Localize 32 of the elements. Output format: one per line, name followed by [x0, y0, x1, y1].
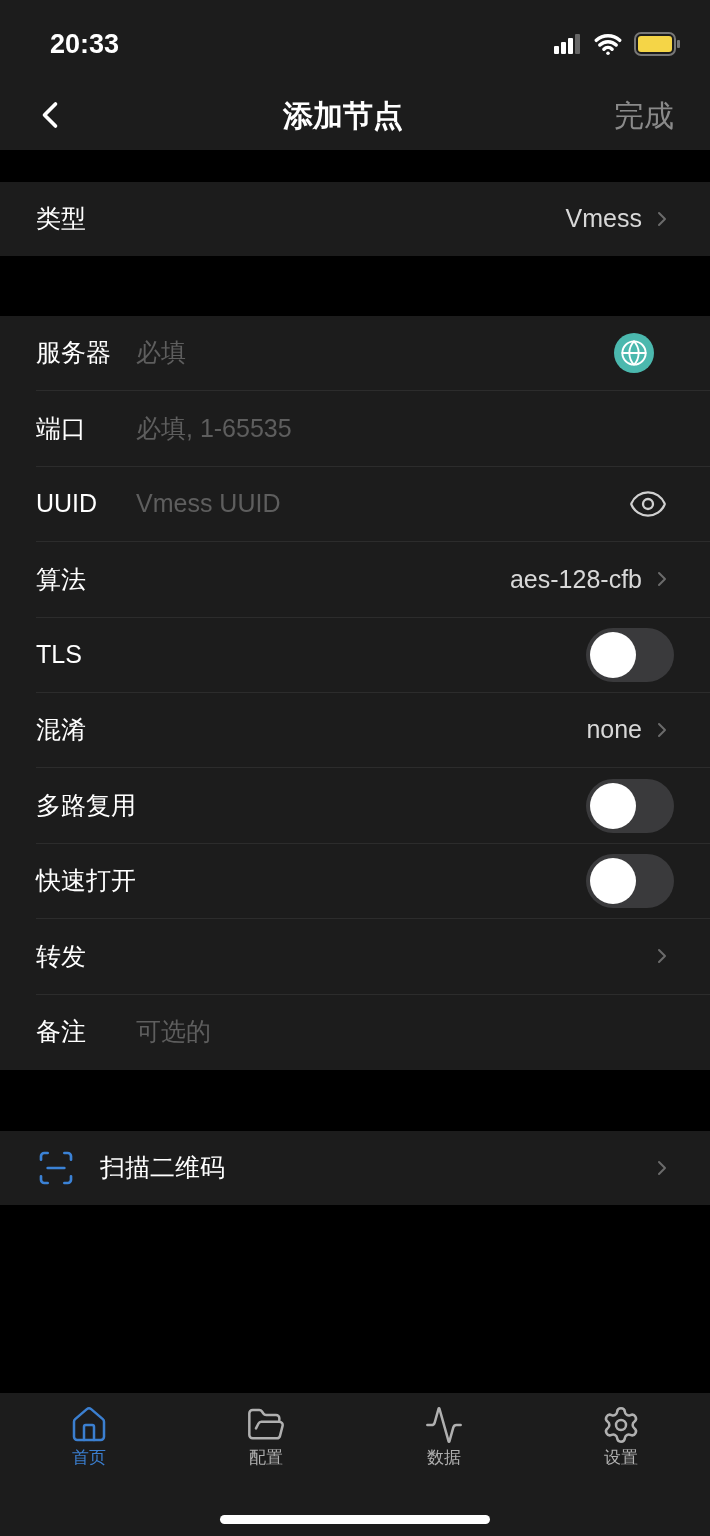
- field-label: UUID: [36, 488, 99, 520]
- done-button[interactable]: 完成: [614, 92, 682, 138]
- battery-icon: [634, 32, 680, 56]
- field-label: 类型: [36, 203, 87, 235]
- pulse-icon: [423, 1405, 464, 1445]
- input-field[interactable]: 必填: [136, 334, 614, 372]
- field-label: 服务器: [36, 337, 112, 369]
- input-field[interactable]: 可选的: [136, 1013, 674, 1051]
- field-label: 端口: [36, 412, 87, 444]
- field-label: 备注: [36, 1016, 87, 1048]
- field-label: 算法: [36, 563, 87, 595]
- toggle-switch[interactable]: [586, 778, 674, 833]
- signal-icon: [554, 34, 582, 54]
- page-title: 添加节点: [283, 97, 403, 134]
- tab-item[interactable]: 首页: [0, 1405, 178, 1471]
- field-label: TLS: [36, 639, 83, 670]
- toggle-switch[interactable]: [586, 627, 674, 682]
- tab-item[interactable]: 设置: [532, 1405, 710, 1471]
- status-time: 20:33: [50, 27, 120, 61]
- field-label: 快速打开: [36, 865, 136, 897]
- field-label: 混淆: [36, 714, 87, 746]
- field-label: 转发: [36, 940, 87, 972]
- field-value[interactable]: aes-128-cfb: [509, 560, 642, 599]
- field-label: 多路复用: [36, 789, 136, 821]
- input-field[interactable]: Vmess UUID: [136, 485, 622, 523]
- field-value[interactable]: none: [586, 711, 642, 749]
- tab-item[interactable]: 数据: [355, 1405, 533, 1471]
- input-field[interactable]: 必填, 1-65535: [136, 409, 674, 448]
- globe-icon[interactable]: [614, 333, 654, 374]
- tab-item[interactable]: 配置: [177, 1405, 355, 1471]
- field-value[interactable]: Vmess: [565, 200, 642, 238]
- toggle-switch[interactable]: [586, 853, 674, 908]
